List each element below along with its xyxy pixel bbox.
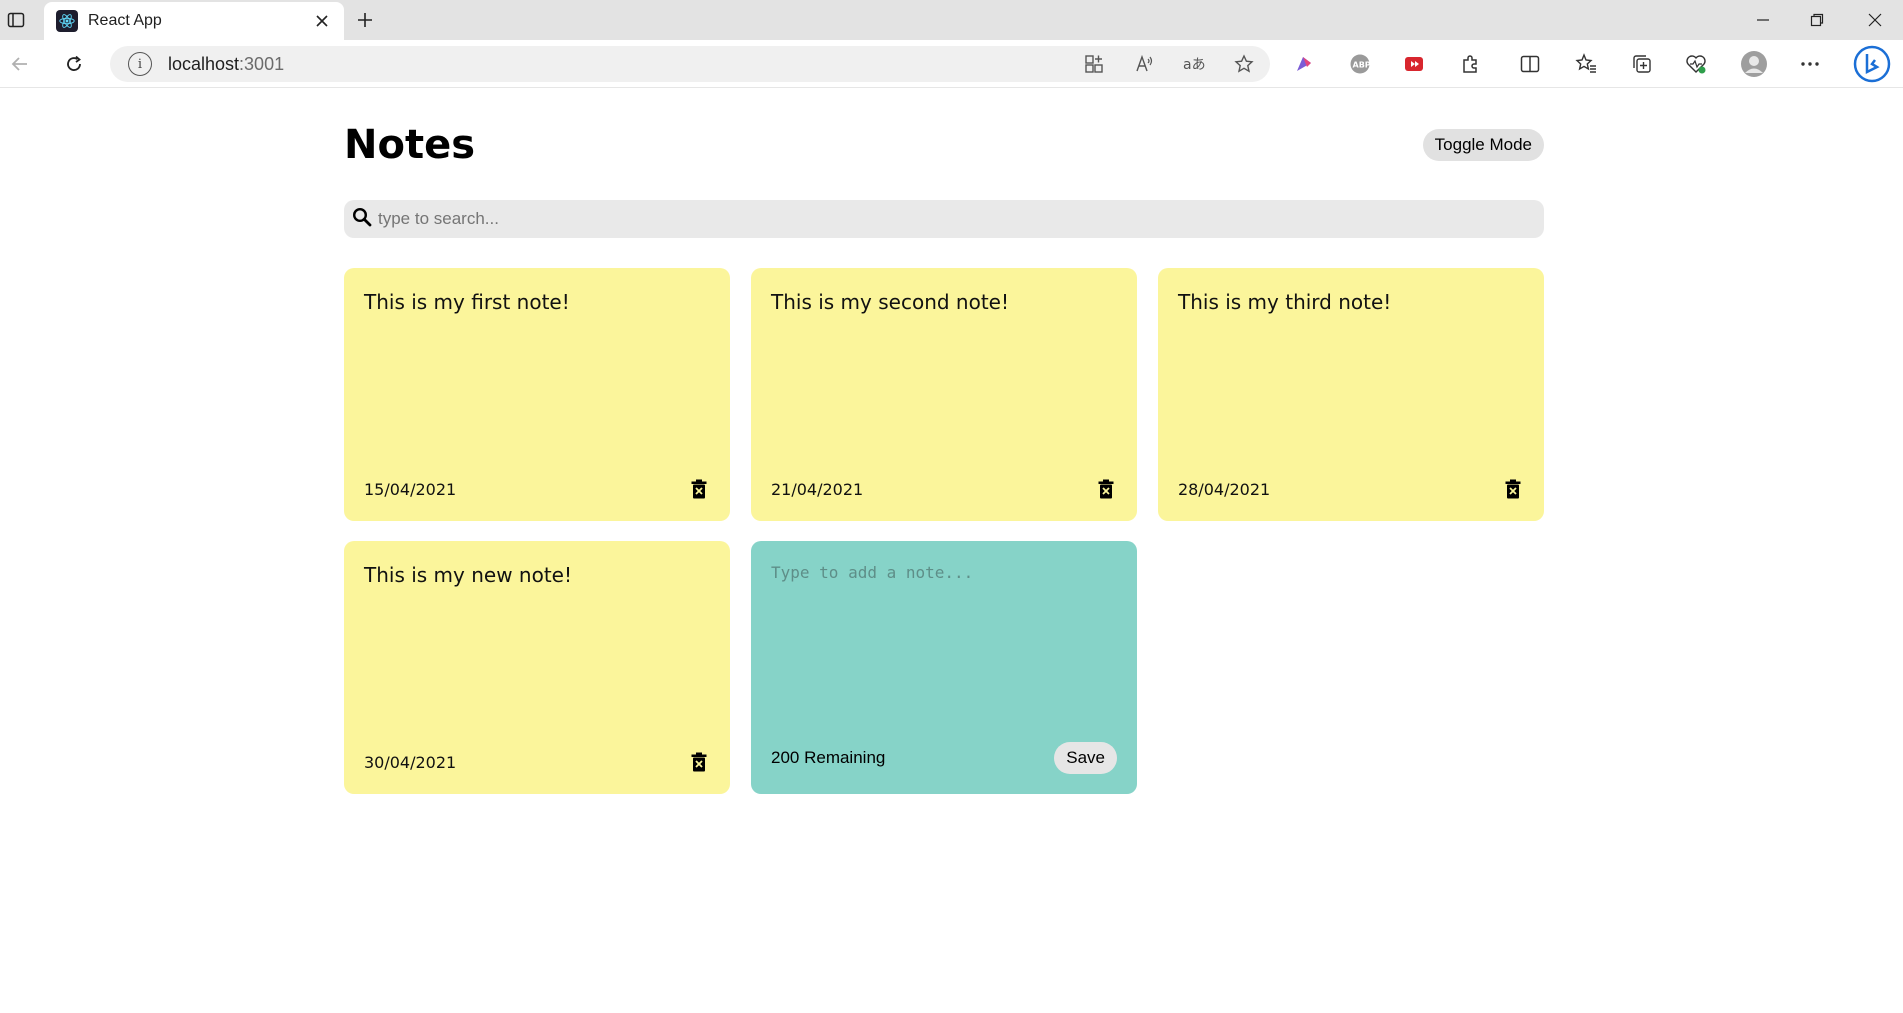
search-icon	[352, 207, 372, 232]
note-date: 15/04/2021	[364, 479, 457, 499]
close-tab-icon[interactable]	[308, 7, 336, 35]
delete-note-icon[interactable]	[688, 750, 710, 774]
translate-icon[interactable]: aあ	[1178, 48, 1210, 80]
new-note-textarea[interactable]	[771, 563, 1117, 713]
note-card: This is my first note! 15/04/2021	[344, 268, 730, 521]
note-text: This is my first note!	[364, 290, 570, 314]
collections-icon[interactable]	[1626, 48, 1658, 80]
note-footer: 28/04/2021	[1178, 477, 1524, 501]
page-title: Notes	[344, 122, 476, 168]
note-text: This is my third note!	[1178, 290, 1392, 314]
url-port: :3001	[239, 53, 285, 74]
note-card: This is my second note! 21/04/2021	[751, 268, 1137, 521]
tab-actions-icon[interactable]	[2, 7, 30, 33]
browser-toolbar: i localhost:3001 aあ ABP	[0, 40, 1903, 88]
split-screen-icon[interactable]	[1514, 48, 1546, 80]
note-footer: 15/04/2021	[364, 477, 710, 501]
tab-react-app[interactable]: React App	[44, 2, 344, 40]
note-date: 30/04/2021	[364, 752, 457, 772]
refresh-icon[interactable]	[58, 48, 90, 80]
close-window-icon[interactable]	[1852, 4, 1898, 36]
delete-note-icon[interactable]	[1502, 477, 1524, 501]
extension-purple-icon[interactable]	[1288, 48, 1320, 80]
remaining-counter: 200 Remaining	[771, 748, 886, 767]
extensions-puzzle-icon[interactable]	[1454, 48, 1486, 80]
url-text: localhost:3001	[168, 54, 284, 75]
tab-title: React App	[88, 12, 162, 29]
note-card: This is my new note! 30/04/2021	[344, 541, 730, 794]
toggle-mode-button[interactable]: Toggle Mode	[1422, 129, 1544, 161]
favorites-icon[interactable]	[1570, 48, 1602, 80]
app-header: Notes Toggle Mode	[344, 104, 1544, 186]
browser-tab-bar: React App	[0, 0, 1903, 40]
back-icon[interactable]	[4, 48, 36, 80]
note-card: This is my third note! 28/04/2021	[1158, 268, 1544, 521]
browser-essentials-icon[interactable]	[1680, 48, 1712, 80]
notes-grid: This is my first note! 15/04/2021 This i…	[344, 268, 1544, 794]
svg-text:ABP: ABP	[1353, 61, 1371, 70]
delete-note-icon[interactable]	[1095, 477, 1117, 501]
address-bar[interactable]: i localhost:3001 aあ	[110, 46, 1270, 82]
favorite-star-icon[interactable]	[1228, 48, 1260, 80]
adblock-icon[interactable]: ABP	[1344, 48, 1376, 80]
save-button[interactable]: Save	[1054, 742, 1117, 774]
note-date: 28/04/2021	[1178, 479, 1271, 499]
new-note-footer: 200 Remaining Save	[771, 742, 1117, 774]
notes-app: Notes Toggle Mode This is my first note!…	[344, 104, 1544, 794]
app-available-icon[interactable]	[1078, 48, 1110, 80]
bing-copilot-icon[interactable]	[1852, 44, 1892, 84]
url-host: localhost	[168, 53, 240, 74]
svg-text:aあ: aあ	[1183, 57, 1205, 73]
note-date: 21/04/2021	[771, 479, 864, 499]
note-footer: 30/04/2021	[364, 750, 710, 774]
site-info-icon[interactable]: i	[128, 52, 152, 76]
note-text: This is my new note!	[364, 563, 573, 587]
search-bar	[344, 200, 1544, 238]
new-note-card: 200 Remaining Save	[751, 541, 1137, 794]
more-options-icon[interactable]	[1794, 48, 1826, 80]
read-aloud-icon[interactable]	[1128, 48, 1160, 80]
profile-avatar[interactable]	[1738, 48, 1770, 80]
delete-note-icon[interactable]	[688, 477, 710, 501]
note-text: This is my second note!	[771, 290, 1009, 314]
restore-icon[interactable]	[1794, 4, 1840, 36]
minimize-icon[interactable]	[1740, 4, 1786, 36]
search-input[interactable]	[378, 209, 1478, 229]
new-tab-icon[interactable]	[350, 6, 380, 34]
youtube-extension-icon[interactable]	[1398, 48, 1430, 80]
react-logo-icon	[56, 10, 78, 32]
note-footer: 21/04/2021	[771, 477, 1117, 501]
